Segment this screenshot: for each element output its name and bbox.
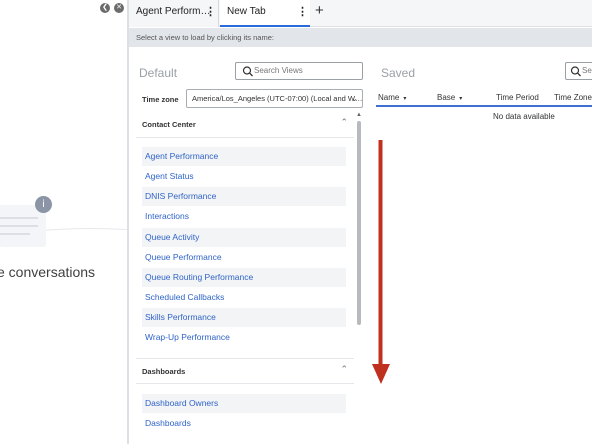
info-icon: i xyxy=(35,196,52,213)
view-link-skills-performance[interactable]: Skills Performance xyxy=(142,308,346,327)
section-title: Dashboards xyxy=(142,367,186,376)
timezone-label: Time zone xyxy=(142,95,179,104)
view-link-queue-routing-performance[interactable]: Queue Routing Performance xyxy=(142,268,346,287)
view-link-queue-performance[interactable]: Queue Performance xyxy=(142,248,346,267)
view-link-agent-performance[interactable]: Agent Performance xyxy=(142,147,346,166)
tab-menu-icon[interactable]: ⋮ xyxy=(297,0,308,24)
sort-icon[interactable]: ▾ xyxy=(403,96,406,102)
view-link-dashboard-owners[interactable]: Dashboard Owners xyxy=(142,394,346,413)
view-link-scheduled-callbacks[interactable]: Scheduled Callbacks xyxy=(142,288,346,307)
search-views-input[interactable]: Search Views xyxy=(235,62,363,80)
left-pane: ❮ ✕ i e conversations xyxy=(0,0,128,444)
tab-agent-performance[interactable]: Agent Perform… ⋮ xyxy=(129,0,219,27)
pane-divider[interactable] xyxy=(127,0,129,444)
search-icon xyxy=(570,66,581,77)
saved-search-input[interactable]: Sea xyxy=(565,62,592,80)
close-icon[interactable]: ✕ xyxy=(114,3,124,13)
annotation-arrow xyxy=(372,140,390,384)
empty-state-text: e conversations xyxy=(0,264,96,280)
no-data-text: No data available xyxy=(493,112,555,121)
search-icon xyxy=(242,66,253,77)
tab-label: New Tab xyxy=(227,6,266,17)
column-header-name[interactable]: Name ▾ xyxy=(378,93,406,102)
search-placeholder: Sea xyxy=(582,66,592,75)
tab-bar: Agent Perform… ⋮ New Tab ⋮ + xyxy=(129,0,592,27)
view-link-wrap-up-performance[interactable]: Wrap-Up Performance xyxy=(142,328,346,347)
add-tab-button[interactable]: + xyxy=(315,0,324,22)
tab-label: Agent Perform… xyxy=(136,6,211,17)
timezone-select[interactable]: America/Los_Angeles (UTC-07:00) (Local a… xyxy=(186,89,363,108)
chevron-up-icon[interactable]: ⌃ xyxy=(340,117,348,128)
view-link-dnis-performance[interactable]: DNIS Performance xyxy=(142,187,346,206)
section-title: Contact Center xyxy=(142,120,196,129)
column-header-time-zone[interactable]: Time Zone xyxy=(554,93,592,102)
view-link-dashboards[interactable]: Dashboards xyxy=(142,414,346,433)
views-list-scrollbar[interactable]: ▲ xyxy=(355,112,363,444)
scrollbar-thumb[interactable] xyxy=(357,121,361,325)
decorative-arc xyxy=(0,228,128,388)
chevron-left-icon[interactable]: ❮ xyxy=(100,3,110,13)
tab-new-tab[interactable]: New Tab ⋮ xyxy=(220,0,310,27)
scroll-up-icon[interactable]: ▲ xyxy=(356,112,362,118)
hint-bar: Select a view to load by clicking its na… xyxy=(129,28,592,47)
chevron-up-icon[interactable]: ⌃ xyxy=(340,364,348,375)
section-header-dashboards[interactable]: Dashboards ⌃ xyxy=(136,358,354,384)
view-link-interactions[interactable]: Interactions xyxy=(142,207,346,226)
view-link-agent-status[interactable]: Agent Status xyxy=(142,167,346,186)
tab-menu-icon[interactable]: ⋮ xyxy=(205,0,216,24)
column-header-base[interactable]: Base ▾ xyxy=(437,93,462,102)
section-header-contact-center[interactable]: Contact Center ⌃ xyxy=(136,112,354,138)
timezone-value: America/Los_Angeles (UTC-07:00) (Local a… xyxy=(192,94,363,103)
saved-title: Saved xyxy=(381,66,416,80)
default-title: Default xyxy=(139,66,178,80)
column-header-time-period[interactable]: Time Period xyxy=(496,93,539,102)
search-placeholder: Search Views xyxy=(254,66,303,75)
view-link-queue-activity[interactable]: Queue Activity xyxy=(142,228,346,247)
saved-table-header: Name ▾ Base ▾ Time Period Time Zone xyxy=(376,90,592,107)
views-list: Contact Center ⌃ Agent Performance Agent… xyxy=(136,112,354,444)
sort-icon[interactable]: ▾ xyxy=(459,96,462,102)
chevron-down-icon: ⌄ xyxy=(351,94,358,103)
